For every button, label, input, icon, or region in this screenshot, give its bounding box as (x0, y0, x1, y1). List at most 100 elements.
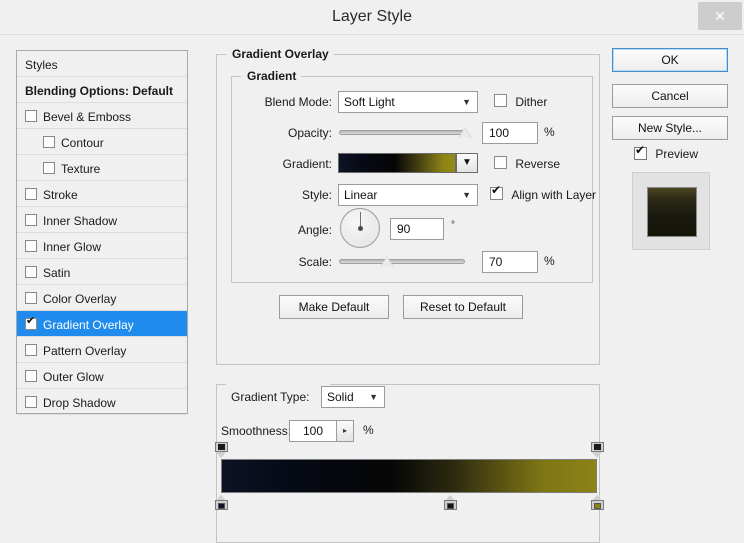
style-checkbox[interactable] (25, 110, 37, 122)
ok-button[interactable]: OK (612, 48, 728, 72)
opacity-stop-chip (218, 444, 225, 450)
angle-input[interactable]: 90 (390, 218, 444, 240)
gradient-editor-group: Gradient Type: Solid ▼ Smoothness: 100 ▸… (216, 385, 600, 543)
page-title: Layer Style (0, 0, 744, 34)
opacity-slider-track[interactable] (339, 130, 465, 135)
gradient-picker-chevron-icon[interactable]: ▼ (456, 153, 478, 173)
sidebar-item-texture[interactable]: Texture (17, 155, 187, 181)
blend-mode-label: Blend Mode: (236, 95, 332, 109)
gradient-type-value: Solid (327, 390, 354, 404)
opacity-input[interactable]: 100 (482, 122, 538, 144)
scale-slider-thumb[interactable] (380, 256, 394, 267)
sidebar-item-bevel-emboss[interactable]: Bevel & Emboss (17, 103, 187, 129)
scale-label: Scale: (236, 255, 332, 269)
sidebar-item-label: Outer Glow (43, 370, 104, 384)
align-with-layer-checkbox[interactable]: Align with Layer (490, 187, 596, 202)
scale-input[interactable]: 70 (482, 251, 538, 273)
style-value: Linear (344, 188, 377, 202)
align-with-layer-checkbox-box (490, 187, 503, 200)
dither-checkbox-box (494, 94, 507, 107)
opacity-stop-pointer (216, 452, 226, 458)
preview-thumbnail-frame (632, 172, 710, 250)
style-checkbox[interactable] (43, 136, 55, 148)
style-select[interactable]: Linear ▼ (338, 184, 478, 206)
styles-panel: Styles Blending Options: Default Bevel &… (16, 50, 188, 414)
styles-panel-header[interactable]: Styles (17, 51, 187, 77)
sidebar-item-label: Bevel & Emboss (43, 110, 131, 124)
make-default-button[interactable]: Make Default (279, 295, 389, 319)
dialog-actions: OK Cancel New Style... Preview (612, 44, 732, 294)
sidebar-item-label: Stroke (43, 188, 78, 202)
new-style-button[interactable]: New Style... (612, 116, 728, 140)
sidebar-item-pattern-overlay[interactable]: Pattern Overlay (17, 337, 187, 363)
reset-to-default-button[interactable]: Reset to Default (403, 295, 523, 319)
sidebar-item-label: Texture (61, 162, 100, 176)
style-checkbox[interactable] (25, 240, 37, 252)
smoothness-stepper[interactable]: ▸ (337, 420, 354, 442)
group-rule-right (310, 54, 600, 55)
group-rule-left (231, 76, 241, 77)
sidebar-item-satin[interactable]: Satin (17, 259, 187, 285)
gradient-strip[interactable] (221, 459, 597, 493)
style-effects-list: Bevel & Emboss Contour Texture Stroke Inner … (17, 103, 187, 415)
style-checkbox[interactable] (25, 188, 37, 200)
blend-mode-value: Soft Light (344, 95, 395, 109)
style-checkbox[interactable] (25, 292, 37, 304)
sidebar-item-inner-glow[interactable]: Inner Glow (17, 233, 187, 259)
sidebar-item-outer-glow[interactable]: Outer Glow (17, 363, 187, 389)
gradient-group: Gradient Blend Mode: Soft Light ▼ Dither… (231, 77, 593, 283)
angle-dial[interactable] (340, 208, 380, 248)
style-label: Style: (236, 188, 332, 202)
align-with-layer-label: Align with Layer (511, 188, 596, 202)
style-checkbox[interactable] (25, 344, 37, 356)
blend-mode-select[interactable]: Soft Light ▼ (338, 91, 478, 113)
sidebar-item-contour[interactable]: Contour (17, 129, 187, 155)
opacity-slider-thumb[interactable] (458, 127, 472, 138)
gradient-swatch[interactable] (338, 153, 456, 173)
style-checkbox[interactable] (25, 396, 37, 408)
gradient-overlay-pane: Gradient Overlay Gradient Blend Mode: So… (210, 44, 600, 543)
sidebar-item-label: Color Overlay (43, 292, 116, 306)
angle-label: Angle: (236, 223, 332, 237)
sidebar-item-label: Drop Shadow (43, 396, 116, 410)
sidebar-item-label: Gradient Overlay (43, 318, 134, 332)
opacity-stop-chip (594, 444, 601, 450)
close-icon[interactable]: ✕ (698, 2, 742, 30)
cancel-button[interactable]: Cancel (612, 84, 728, 108)
style-checkbox[interactable] (25, 318, 37, 330)
color-stop-chip (594, 503, 601, 509)
style-checkbox[interactable] (25, 266, 37, 278)
sidebar-item-stroke[interactable]: Stroke (17, 181, 187, 207)
styles-panel-header-label: Styles (25, 58, 58, 72)
color-stop[interactable] (591, 495, 604, 510)
sidebar-item-label: Contour (61, 136, 104, 150)
color-stop-chip (218, 503, 225, 509)
style-checkbox[interactable] (25, 370, 37, 382)
sidebar-item-blending-options[interactable]: Blending Options: Default (17, 77, 187, 103)
angle-unit: ° (451, 220, 455, 231)
gradient-label: Gradient: (236, 157, 332, 171)
sidebar-item-inner-shadow[interactable]: Inner Shadow (17, 207, 187, 233)
reverse-checkbox[interactable]: Reverse (494, 156, 560, 171)
sidebar-item-color-overlay[interactable]: Color Overlay (17, 285, 187, 311)
gradient-type-select[interactable]: Solid ▼ (321, 386, 385, 408)
opacity-stop[interactable] (591, 442, 604, 457)
dither-checkbox[interactable]: Dither (494, 94, 547, 109)
style-checkbox[interactable] (25, 214, 37, 226)
preview-checkbox[interactable]: Preview (634, 147, 698, 161)
sidebar-item-label: Inner Glow (43, 240, 101, 254)
opacity-unit: % (544, 125, 555, 139)
opacity-stop[interactable] (215, 442, 228, 457)
group-rule-right (330, 384, 600, 385)
group-rule-right (277, 76, 593, 77)
style-checkbox[interactable] (43, 162, 55, 174)
sidebar-item-gradient-overlay[interactable]: Gradient Overlay (17, 311, 187, 337)
smoothness-input[interactable]: 100 (289, 420, 337, 442)
preview-thumbnail (647, 187, 697, 237)
reverse-label: Reverse (515, 157, 560, 171)
scale-unit: % (544, 254, 555, 268)
scale-slider-track[interactable] (339, 259, 465, 264)
color-stop[interactable] (444, 495, 457, 510)
sidebar-item-drop-shadow[interactable]: Drop Shadow (17, 389, 187, 415)
color-stop[interactable] (215, 495, 228, 510)
